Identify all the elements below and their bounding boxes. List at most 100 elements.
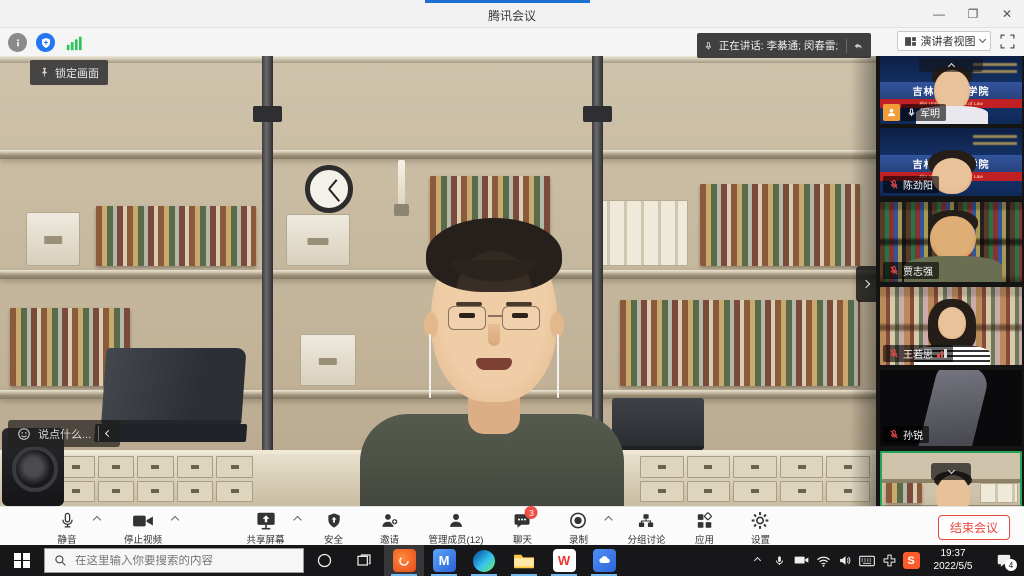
tray-volume-icon[interactable] xyxy=(834,545,856,576)
tray-mic-icon[interactable] xyxy=(768,545,790,576)
mute-options-chevron[interactable] xyxy=(93,516,101,524)
self-video-tile[interactable] xyxy=(880,451,1022,506)
settings-label: 设置 xyxy=(751,532,770,546)
apps-button[interactable]: 应用 xyxy=(687,510,721,546)
emoji-icon[interactable] xyxy=(17,427,31,441)
apps-label: 应用 xyxy=(695,532,714,546)
sidebar-collapse-tab[interactable] xyxy=(856,266,876,302)
main-video-tile[interactable] xyxy=(0,56,876,506)
chat-input-placeholder[interactable]: 说点什么... xyxy=(38,426,91,442)
task-view-button[interactable] xyxy=(344,545,384,576)
share-options-chevron[interactable] xyxy=(293,516,301,524)
search-input[interactable] xyxy=(75,555,275,567)
clock-date: 2022/5/5 xyxy=(922,561,984,574)
apps-grid-icon xyxy=(695,510,713,531)
settings-button[interactable]: 设置 xyxy=(743,510,777,546)
pin-frame-tooltip[interactable]: 锁定画面 xyxy=(30,60,108,85)
share-screen-button[interactable]: 共享屏幕 xyxy=(247,510,285,546)
mic-icon xyxy=(59,510,76,531)
manage-members-button[interactable]: 管理成员(12) xyxy=(429,510,484,546)
titlebar[interactable]: 腾讯会议 — ❐ ✕ xyxy=(0,0,1024,28)
fullscreen-button[interactable] xyxy=(999,33,1016,50)
wall-clock-graphic xyxy=(305,165,353,213)
record-button[interactable]: 录制 xyxy=(561,510,595,546)
cortana-button[interactable] xyxy=(304,545,344,576)
now-speaking-toast: 正在讲话: 李綦通; 闵春雷; xyxy=(697,33,871,58)
manage-members-label: 管理成员(12) xyxy=(429,532,484,546)
books-group xyxy=(96,206,256,266)
drawer-cabinet xyxy=(640,456,870,502)
clock-time: 19:37 xyxy=(922,548,984,561)
background-motto-text xyxy=(973,132,1017,145)
meeting-info-icon[interactable] xyxy=(8,33,27,52)
participant-face xyxy=(938,307,966,339)
participant-name: 孙锐 xyxy=(903,427,923,442)
invite-label: 邀请 xyxy=(380,532,399,546)
view-mode-label: 演讲者视图 xyxy=(921,33,976,49)
audio-level-icon xyxy=(937,349,947,358)
network-quality-icon[interactable] xyxy=(64,33,83,52)
maximize-button[interactable]: ❐ xyxy=(956,0,990,28)
invite-button[interactable]: 邀请 xyxy=(373,510,407,546)
security-label: 安全 xyxy=(324,532,343,546)
file-explorer-taskbar-icon[interactable] xyxy=(504,545,544,576)
tray-network-icon[interactable] xyxy=(812,545,834,576)
quick-chat-bubble[interactable]: 说点什么... xyxy=(8,420,120,447)
video-options-chevron[interactable] xyxy=(171,516,179,524)
end-meeting-button[interactable]: 结束会议 xyxy=(938,515,1010,540)
participant-tile[interactable]: 吉林大学法学院 Jilin University School of Law 陈… xyxy=(880,128,1022,196)
edge-icon xyxy=(473,550,495,572)
chat-button[interactable]: 3 聊天 xyxy=(505,510,539,546)
chevron-left-icon[interactable] xyxy=(105,430,112,437)
tray-ime-icon[interactable] xyxy=(878,545,900,576)
start-button[interactable] xyxy=(0,545,44,576)
breakout-rooms-label: 分组讨论 xyxy=(627,532,665,546)
taskbar-clock[interactable]: 19:37 2022/5/5 xyxy=(922,548,984,573)
breakout-icon xyxy=(637,510,656,531)
wps-taskbar-icon[interactable]: W xyxy=(544,545,584,576)
participant-tile[interactable]: 孙锐 xyxy=(880,370,1022,446)
m-app-taskbar-icon[interactable]: M xyxy=(424,545,464,576)
reply-arrow-icon[interactable] xyxy=(853,39,864,53)
close-button[interactable]: ✕ xyxy=(990,0,1024,28)
participant-tile[interactable]: 吉林大学法学院 Jilin University School of Law 军… xyxy=(880,56,1022,124)
minimize-button[interactable]: — xyxy=(922,0,956,28)
person-icon xyxy=(447,510,466,531)
laptop xyxy=(101,348,246,420)
person-add-icon xyxy=(380,510,400,531)
shelf-board xyxy=(0,150,876,159)
earphone-wire xyxy=(557,334,559,398)
mic-muted-icon xyxy=(889,179,899,190)
meeting-app-icon xyxy=(393,549,416,572)
record-options-chevron[interactable] xyxy=(604,516,612,524)
cortana-icon xyxy=(316,552,333,569)
folder-icon xyxy=(513,552,535,570)
cloud-docs-taskbar-icon[interactable] xyxy=(584,545,624,576)
breakout-rooms-button[interactable]: 分组讨论 xyxy=(627,510,665,546)
share-screen-icon xyxy=(255,510,276,531)
tray-display-icon[interactable] xyxy=(790,545,812,576)
meeting-toolbar: 静音 停止视频 共享屏幕 xyxy=(0,506,1024,545)
tray-expand-button[interactable] xyxy=(746,545,768,576)
tray-touch-keyboard-icon[interactable] xyxy=(856,545,878,576)
m-app-icon: M xyxy=(433,549,456,572)
taskbar-search[interactable] xyxy=(44,548,304,573)
gear-icon xyxy=(751,510,770,531)
storage-box xyxy=(26,212,80,266)
stop-video-button[interactable]: 停止视频 xyxy=(124,510,162,546)
record-label: 录制 xyxy=(569,532,588,546)
view-mode-button[interactable]: 演讲者视图 xyxy=(897,31,991,51)
sidebar-collapse-button[interactable] xyxy=(919,58,983,72)
participant-name: 王若思 xyxy=(903,346,933,361)
collapse-self-button[interactable] xyxy=(931,463,971,480)
security-button[interactable]: 安全 xyxy=(317,510,351,546)
participant-tile[interactable]: 贾志强 xyxy=(880,202,1022,282)
shield-protect-icon[interactable] xyxy=(36,33,55,52)
participant-tile[interactable]: 王若思 xyxy=(880,287,1022,365)
books-group xyxy=(620,300,860,386)
action-center-button[interactable]: 4 xyxy=(984,545,1024,576)
sogou-input-icon[interactable]: S xyxy=(900,545,922,576)
meeting-app-taskbar-icon[interactable] xyxy=(384,545,424,576)
edge-taskbar-icon[interactable] xyxy=(464,545,504,576)
mute-button[interactable]: 静音 xyxy=(50,510,84,546)
